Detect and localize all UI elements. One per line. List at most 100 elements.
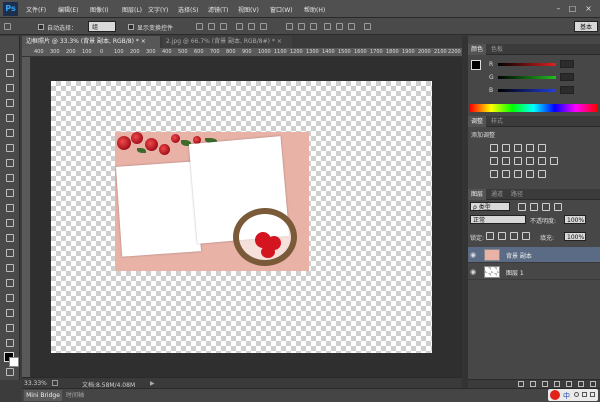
menu-image[interactable]: 图像(I) — [90, 5, 108, 14]
auto-align-icon[interactable] — [364, 23, 371, 30]
filter-adjust-icon[interactable] — [530, 203, 538, 211]
gradient-map-icon[interactable] — [538, 170, 546, 178]
distribute-right-icon[interactable] — [348, 23, 355, 30]
new-layer-icon[interactable] — [578, 381, 584, 387]
lock-position-icon[interactable] — [510, 232, 518, 240]
channel-value-input[interactable] — [560, 73, 574, 81]
distribute-bottom-icon[interactable] — [310, 23, 317, 30]
threshold-icon[interactable] — [514, 170, 522, 178]
filter-pixel-icon[interactable] — [518, 203, 526, 211]
minimize-icon[interactable]: – — [554, 4, 563, 13]
tab-paths[interactable]: 路径 — [508, 189, 526, 200]
restore-icon[interactable]: □ — [568, 4, 577, 13]
brush-tool-icon[interactable] — [6, 159, 14, 167]
menu-select[interactable]: 选择(S) — [178, 5, 199, 14]
lock-all-icon[interactable] — [522, 232, 530, 240]
menu-filter[interactable]: 滤镜(T) — [208, 5, 228, 14]
quick-select-tool-icon[interactable] — [6, 99, 14, 107]
new-group-icon[interactable] — [566, 381, 572, 387]
hand-tool-icon[interactable] — [6, 324, 14, 332]
zoom-level[interactable]: 33.33% — [24, 380, 47, 387]
pen-tool-icon[interactable] — [6, 264, 14, 272]
blend-mode-dropdown[interactable]: 正常 — [470, 215, 526, 224]
channel-mixer-icon[interactable] — [538, 157, 546, 165]
new-adjustment-icon[interactable] — [554, 381, 560, 387]
posterize-icon[interactable] — [502, 170, 510, 178]
eraser-tool-icon[interactable] — [6, 204, 14, 212]
hue-saturation-icon[interactable] — [490, 157, 498, 165]
distribute-left-icon[interactable] — [324, 23, 331, 30]
tab-document-1[interactable]: 边框照片 @ 33.3% (背景 副本, RGB/8) * × — [22, 36, 160, 48]
ime-toolbar[interactable]: 中 — [548, 389, 598, 401]
shape-tool-icon[interactable] — [6, 309, 14, 317]
menu-edit[interactable]: 编辑(E) — [58, 5, 78, 14]
channel-slider[interactable] — [498, 76, 556, 79]
opacity-input[interactable]: 100% — [564, 215, 586, 224]
clone-stamp-tool-icon[interactable] — [6, 174, 14, 182]
brightness-icon[interactable] — [490, 144, 498, 152]
trash-icon[interactable] — [590, 381, 596, 387]
tab-styles[interactable]: 样式 — [488, 116, 506, 127]
workspace-switcher[interactable]: 基本 — [574, 21, 598, 32]
menu-layer[interactable]: 图层(L) — [122, 5, 142, 14]
menu-view[interactable]: 视图(V) — [238, 5, 259, 14]
close-icon[interactable]: × — [277, 38, 282, 45]
zoom-tool-icon[interactable] — [6, 339, 14, 347]
menu-file[interactable]: 文件(F) — [26, 5, 46, 14]
channel-value-input[interactable] — [560, 86, 574, 94]
close-icon[interactable]: × — [141, 38, 146, 45]
eyedropper-tool-icon[interactable] — [6, 129, 14, 137]
quick-mask-icon[interactable] — [6, 368, 14, 376]
move-tool-icon[interactable] — [4, 23, 11, 30]
add-mask-icon[interactable] — [542, 381, 548, 387]
type-tool-icon[interactable] — [6, 279, 14, 287]
align-right-icon[interactable] — [260, 23, 267, 30]
tab-document-2[interactable]: 2.jpg @ 66.7% (背景 副本, RGB/8#) * × — [162, 36, 292, 48]
ime-punct-icon[interactable] — [574, 392, 579, 397]
tab-layers[interactable]: 图层 — [468, 189, 487, 200]
auto-select-dropdown[interactable]: 组 — [88, 21, 116, 32]
align-bottom-icon[interactable] — [220, 23, 227, 30]
mini-bridge-tab[interactable]: Mini Bridge — [24, 390, 62, 401]
close-icon[interactable]: × — [584, 4, 593, 13]
filter-shape-icon[interactable] — [554, 203, 562, 211]
distribute-hcenter-icon[interactable] — [336, 23, 343, 30]
channel-value-input[interactable] — [560, 60, 574, 68]
ime-keyboard-icon[interactable] — [582, 392, 587, 397]
tab-swatches[interactable]: 色板 — [488, 44, 506, 55]
layer-style-icon[interactable] — [530, 381, 536, 387]
exposure-icon[interactable] — [526, 144, 534, 152]
background-color-swatch[interactable] — [9, 357, 19, 367]
fill-input[interactable]: 100% — [564, 232, 586, 241]
lock-pixels-icon[interactable] — [498, 232, 506, 240]
layer-filter-dropdown[interactable]: ρ 类型 — [470, 202, 510, 211]
selective-color-icon[interactable] — [526, 170, 534, 178]
ime-mode-label[interactable]: 中 — [563, 391, 570, 401]
menu-type[interactable]: 文字(Y) — [148, 5, 168, 14]
timeline-tab[interactable]: 时间轴 — [66, 390, 84, 401]
distribute-vcenter-icon[interactable] — [298, 23, 305, 30]
menu-window[interactable]: 窗口(W) — [270, 5, 293, 14]
path-select-tool-icon[interactable] — [6, 294, 14, 302]
status-icon[interactable] — [52, 380, 58, 386]
channel-slider[interactable] — [498, 89, 556, 92]
levels-icon[interactable] — [502, 144, 510, 152]
black-white-icon[interactable] — [514, 157, 522, 165]
auto-select-checkbox[interactable] — [38, 24, 44, 30]
color-balance-icon[interactable] — [502, 157, 510, 165]
eye-icon[interactable]: ◉ — [470, 251, 476, 259]
align-left-icon[interactable] — [236, 23, 243, 30]
align-hcenter-icon[interactable] — [248, 23, 255, 30]
lock-transparency-icon[interactable] — [486, 232, 494, 240]
slider-r[interactable]: R — [468, 60, 600, 70]
link-layers-icon[interactable] — [518, 381, 524, 387]
status-arrow-icon[interactable]: ▶ — [150, 380, 155, 387]
eye-icon[interactable]: ◉ — [470, 268, 476, 276]
gradient-tool-icon[interactable] — [6, 219, 14, 227]
layer-row[interactable]: ◉ 图层 1 — [468, 264, 600, 280]
lasso-tool-icon[interactable] — [6, 84, 14, 92]
healing-brush-tool-icon[interactable] — [6, 144, 14, 152]
filter-type-icon[interactable] — [542, 203, 550, 211]
distribute-top-icon[interactable] — [286, 23, 293, 30]
menu-help[interactable]: 帮助(H) — [304, 5, 325, 14]
